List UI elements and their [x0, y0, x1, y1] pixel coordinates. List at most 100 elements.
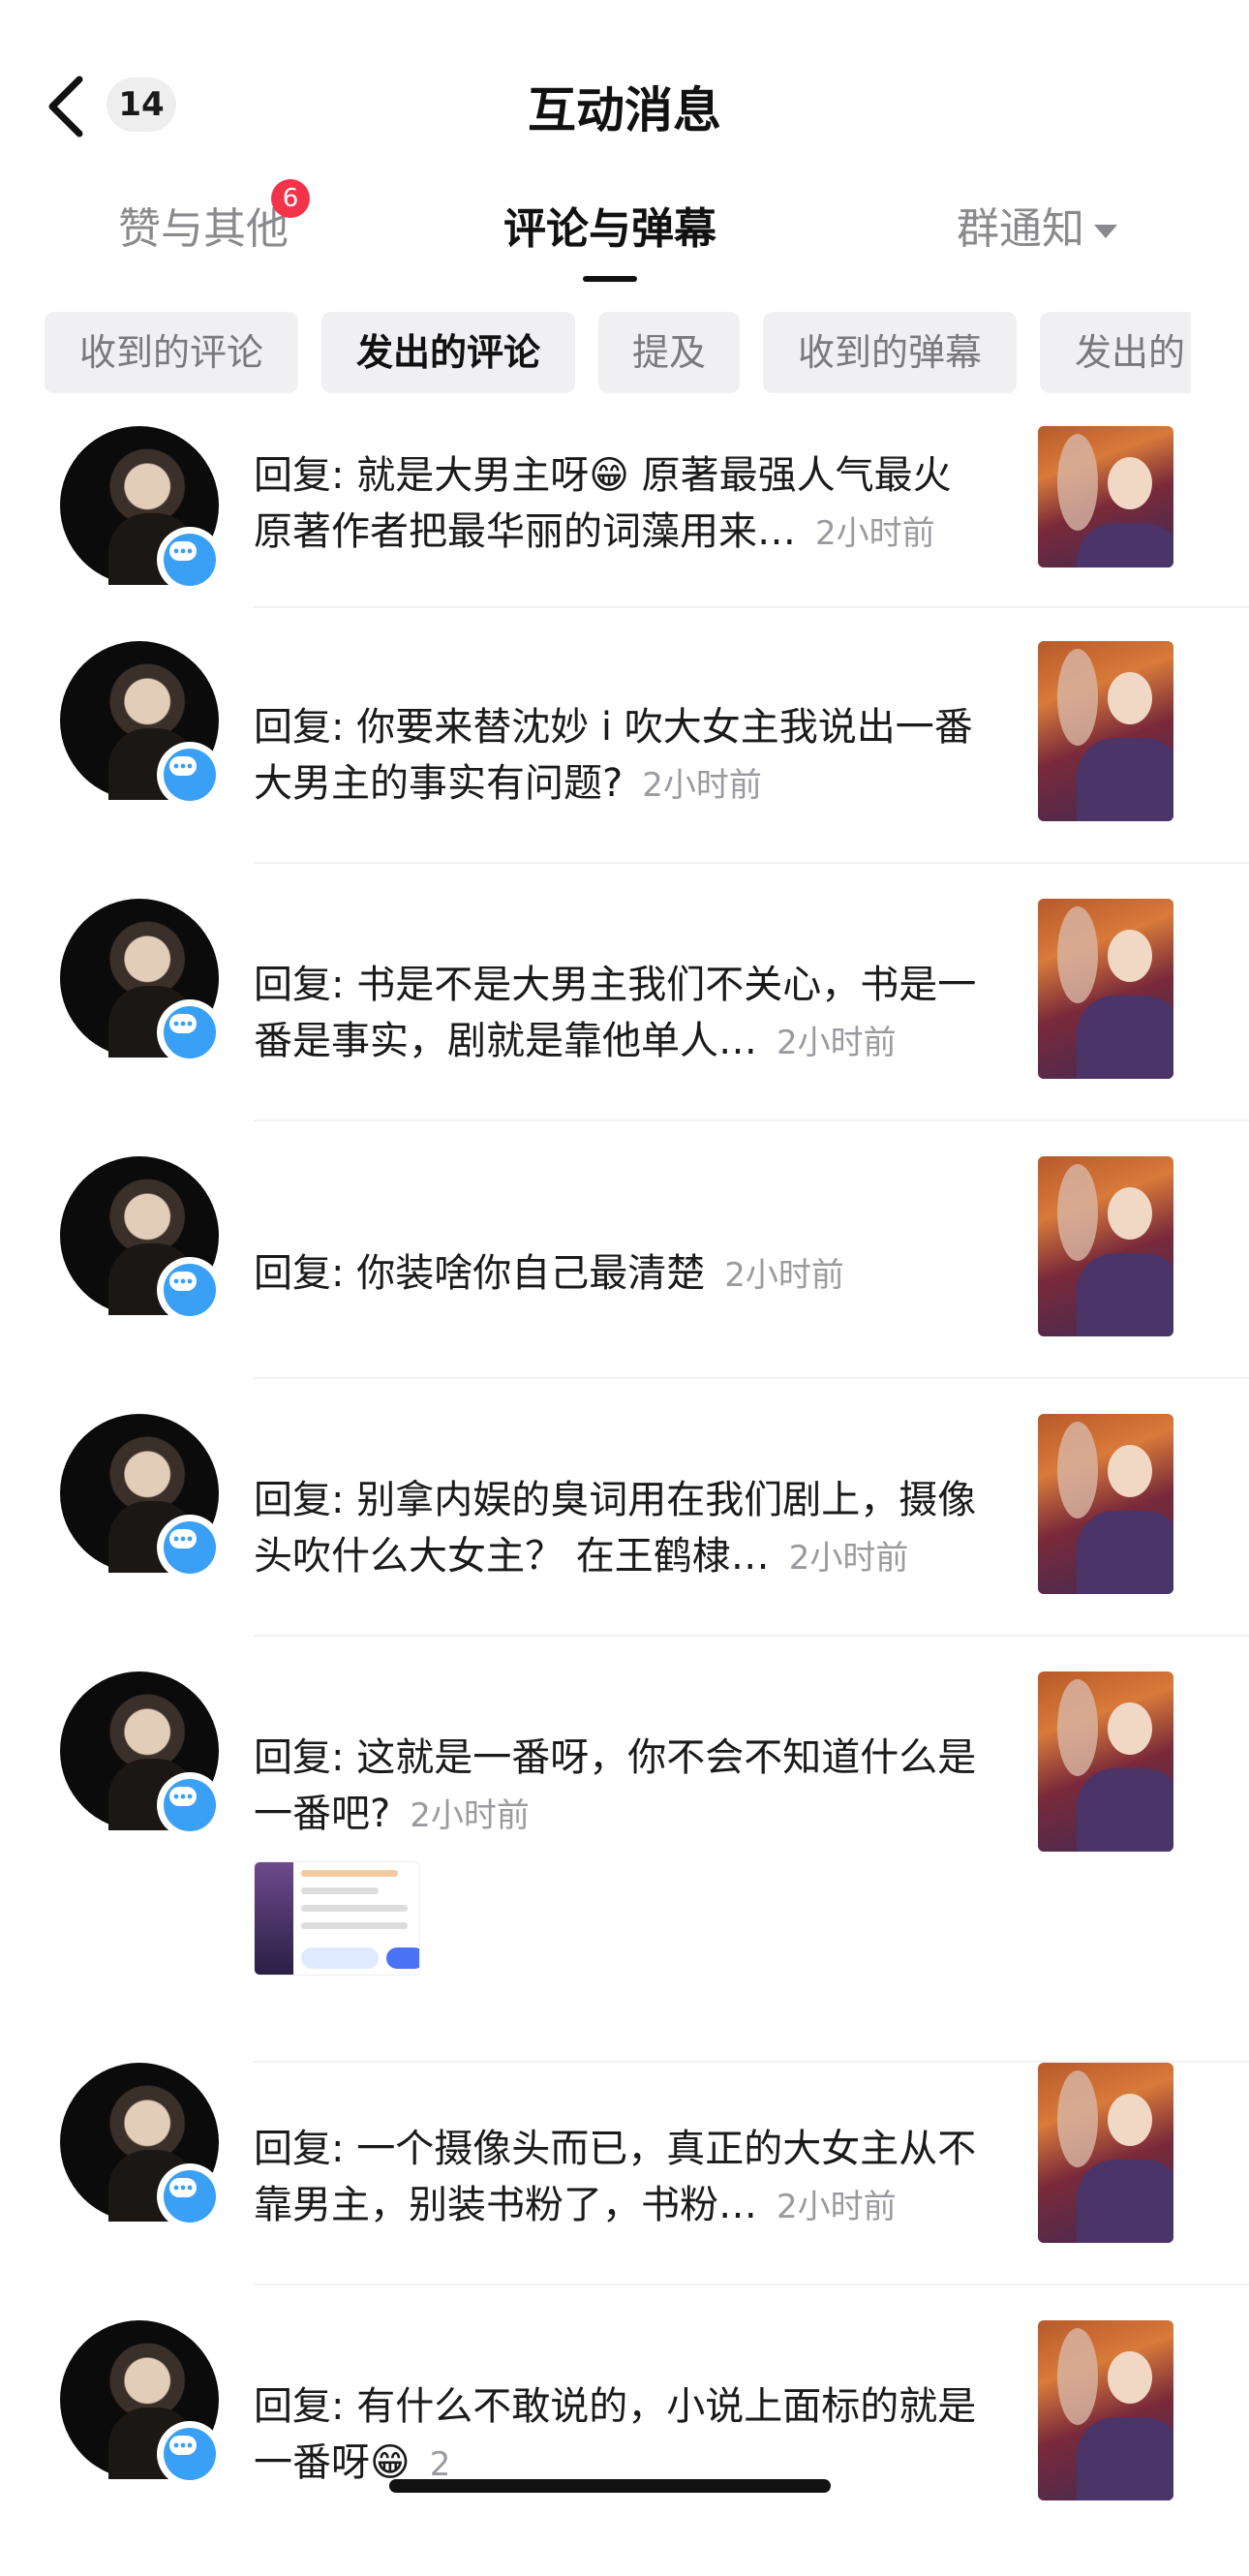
top-bar: 14 互动消息 [0, 0, 1249, 174]
video-thumbnail[interactable] [1038, 2320, 1173, 2500]
avatar[interactable] [60, 1414, 223, 1580]
thumb-robe [1077, 996, 1173, 1079]
video-thumbnail[interactable] [1038, 2063, 1173, 2243]
comment-badge [157, 527, 223, 593]
chat-bubble-icon [169, 1529, 197, 1549]
avatar[interactable] [60, 641, 223, 808]
chip-mentions[interactable]: 提及 [598, 312, 740, 393]
book-cover [255, 1862, 293, 1975]
read-button [386, 1947, 419, 1969]
filter-chip-row: 收到的评论 发出的评论 提及 收到的弹幕 发出的 [0, 312, 1191, 399]
comment-body: 回复: 你装啥你自己最清楚 [254, 1251, 706, 1296]
message-list[interactable]: 回复: 就是大男主呀😁 原著最强人气最火原著作者把最华丽的词藻用来… 2小时前 回… [0, 426, 1249, 2576]
avatar[interactable] [60, 2063, 223, 2229]
comment-badge [157, 742, 223, 808]
comment-text[interactable]: 回复: 你要来替沈妙 i 吹大女主我说出一番大男主的事实有问题? 2小时前 [254, 699, 990, 813]
comment-text[interactable]: 回复: 有什么不敢说的，小说上面标的就是一番呀😁 2 [254, 2378, 990, 2493]
thumb-robe [1077, 2417, 1173, 2500]
comment-text[interactable]: 回复: 书是不是大男主我们不关心，书是一番是事实，剧就是靠他单人… 2小时前 [254, 957, 990, 1071]
comment-text[interactable]: 回复: 这就是一番呀，你不会不知道什么是一番吧? 2小时前 [254, 1730, 990, 1844]
comment-body: 回复: 这就是一番呀，你不会不知道什么是一番吧? [254, 1735, 977, 1836]
video-thumbnail[interactable] [1038, 899, 1173, 1079]
thumb-blur [1057, 1164, 1098, 1261]
video-thumbnail[interactable] [1038, 1156, 1173, 1336]
comment-text[interactable]: 回复: 一个摄像头而已，真正的大女主从不靠男主，别装书粉了，书粉… 2小时前 [254, 2121, 990, 2235]
thumb-face [1108, 2351, 1152, 2404]
timestamp: 2小时前 [788, 1539, 909, 1578]
chat-bubble-icon [169, 2436, 197, 2455]
tab-label: 群通知 [957, 204, 1084, 254]
timestamp: 2 [429, 2445, 451, 2484]
list-item[interactable]: 回复: 有什么不敢说的，小说上面标的就是一番呀😁 2 [0, 2320, 1249, 2576]
thumb-blur [1057, 2070, 1098, 2167]
tab-likes-and-others[interactable]: 赞与其他 [118, 194, 289, 256]
avatar[interactable] [60, 1671, 223, 1838]
thumb-blur [1057, 1679, 1098, 1776]
tab-label: 赞与其他 [118, 204, 289, 254]
tab-comments-and-danmaku[interactable]: 评论与弹幕 [503, 194, 716, 256]
home-indicator[interactable] [389, 2479, 831, 2493]
avatar[interactable] [60, 899, 223, 1065]
video-thumbnail[interactable] [1038, 1671, 1173, 1852]
attachment-line [301, 1922, 408, 1929]
divider [254, 1635, 1249, 1637]
thumb-blur [1057, 1422, 1098, 1518]
thumb-face [1108, 1187, 1152, 1240]
chip-sent-comments[interactable]: 发出的评论 [321, 312, 575, 393]
timestamp: 2小时前 [777, 1024, 897, 1062]
tab-group-notifications[interactable]: 群通知 [957, 194, 1117, 256]
comment-badge [157, 2163, 223, 2229]
divider [254, 1119, 1249, 1121]
thumb-robe [1077, 738, 1173, 821]
divider [254, 1377, 1249, 1379]
comment-badge [157, 999, 223, 1065]
chip-sent-danmaku[interactable]: 发出的 [1040, 312, 1191, 393]
thumb-robe [1077, 523, 1173, 567]
caret-down-icon [1094, 225, 1117, 238]
video-thumbnail[interactable] [1038, 1414, 1173, 1594]
thumb-face [1108, 1702, 1152, 1755]
list-item[interactable]: 回复: 你要来替沈妙 i 吹大女主我说出一番大男主的事实有问题? 2小时前 [0, 641, 1249, 903]
thumb-blur [1057, 649, 1098, 746]
image-attachment[interactable] [254, 1861, 420, 1976]
chat-bubble-icon [169, 1014, 197, 1033]
avatar[interactable] [60, 1156, 223, 1323]
timestamp: 2小时前 [777, 2188, 897, 2226]
thumb-robe [1077, 1768, 1173, 1852]
chat-bubble-icon [169, 2178, 197, 2197]
video-thumbnail[interactable] [1038, 641, 1173, 821]
video-thumbnail[interactable] [1038, 426, 1173, 567]
attachment-line [301, 1870, 398, 1877]
comment-badge [157, 1772, 223, 1838]
thumb-face [1108, 457, 1152, 509]
list-item[interactable]: 回复: 就是大男主呀😁 原著最强人气最火原著作者把最华丽的词藻用来… 2小时前 [0, 426, 1249, 610]
chat-bubble-icon [169, 756, 197, 776]
thumb-face [1108, 2094, 1152, 2146]
timestamp: 2小时前 [724, 1256, 844, 1295]
tab-label: 评论与弹幕 [503, 204, 716, 254]
thumb-robe [1077, 1511, 1173, 1594]
chip-received-danmaku[interactable]: 收到的弹幕 [763, 312, 1017, 393]
timestamp: 2小时前 [642, 766, 762, 805]
comment-badge [157, 1257, 223, 1323]
comment-text[interactable]: 回复: 你装啥你自己最清楚 2小时前 [254, 1245, 990, 1303]
thumb-face [1108, 1445, 1152, 1497]
avatar[interactable] [60, 2320, 223, 2487]
comment-text[interactable]: 回复: 就是大男主呀😁 原著最强人气最火原著作者把最华丽的词藻用来… 2小时前 [254, 447, 990, 562]
list-item[interactable]: 回复: 你装啥你自己最清楚 2小时前 [0, 1156, 1249, 1418]
divider [254, 862, 1249, 864]
thumb-face [1108, 930, 1152, 982]
comment-body: 回复: 你要来替沈妙 i 吹大女主我说出一番大男主的事实有问题? [254, 705, 973, 806]
chip-received-comments[interactable]: 收到的评论 [45, 312, 298, 393]
thumb-robe [1077, 2160, 1173, 2243]
divider [254, 606, 1249, 608]
list-item[interactable]: 回复: 书是不是大男主我们不关心，书是一番是事实，剧就是靠他单人… 2小时前 [0, 899, 1249, 1160]
list-item[interactable]: 回复: 别拿内娱的臭词用在我们剧上，摄像头吹什么大女主？ 在王鹤棣… 2小时前 [0, 1414, 1249, 1675]
avatar[interactable] [60, 426, 223, 593]
timestamp: 2小时前 [815, 514, 935, 553]
attachment-line [301, 1887, 379, 1894]
thumb-blur [1057, 906, 1098, 1003]
comment-text[interactable]: 回复: 别拿内娱的臭词用在我们剧上，摄像头吹什么大女主？ 在王鹤棣… 2小时前 [254, 1472, 990, 1586]
list-item[interactable]: 回复: 这就是一番呀，你不会不知道什么是一番吧? 2小时前 [0, 1671, 1249, 2063]
list-item[interactable]: 回复: 一个摄像头而已，真正的大女主从不靠男主，别装书粉了，书粉… 2小时前 [0, 2063, 1249, 2324]
